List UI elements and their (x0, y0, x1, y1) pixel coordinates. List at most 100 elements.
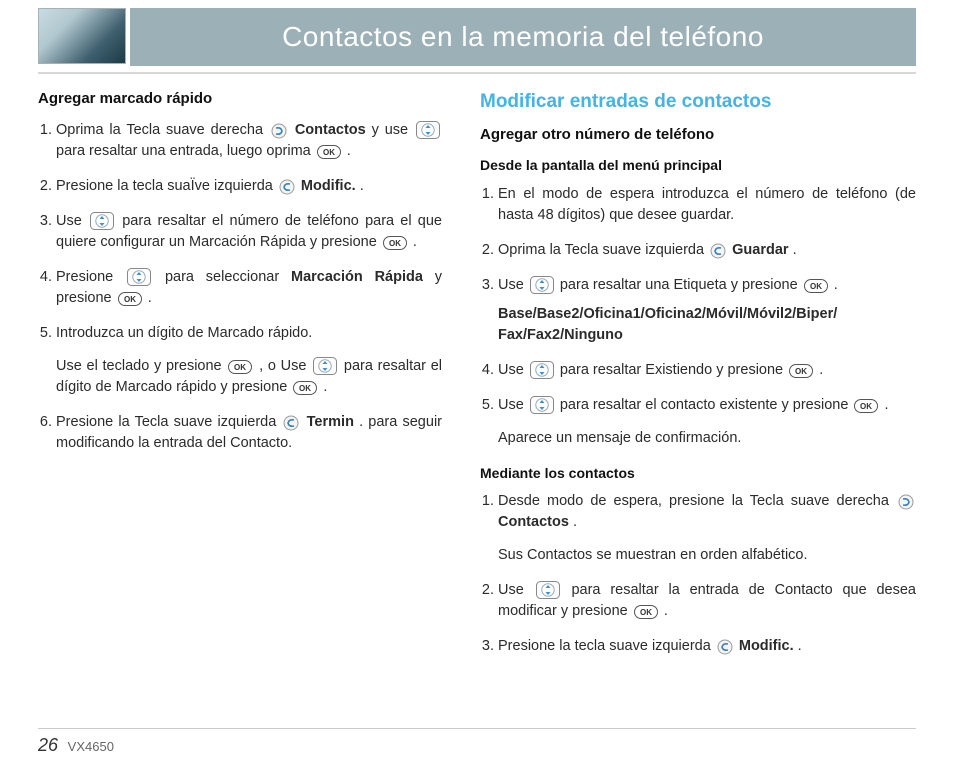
label-options: Base/Base2/Oficina1/Oficina2/Móvil/Móvil… (498, 304, 916, 346)
text: para resaltar una entrada, luego oprima (56, 143, 315, 159)
right-heading-b: Mediante los contactos (480, 463, 916, 483)
nav-key-icon (536, 581, 560, 599)
text: . (884, 397, 888, 413)
softkey-left-icon (717, 639, 733, 655)
text: Use (498, 362, 528, 378)
label: Contactos (498, 514, 569, 530)
right-heading-main: Modificar entradas de contactos (480, 88, 916, 116)
list-item: Use para resaltar el contacto existente … (498, 395, 916, 449)
label: Guardar (732, 242, 788, 258)
left-column: Agregar marcado rápido Oprima la Tecla s… (38, 88, 442, 671)
header-image (38, 8, 126, 64)
list-item: Introduzca un dígito de Marcado rápido. … (56, 323, 442, 398)
softkey-left-icon (279, 179, 295, 195)
text: Use (498, 397, 528, 413)
text: . (793, 242, 797, 258)
nav-key-icon (313, 357, 337, 375)
text: . (834, 277, 838, 293)
list-item: Use para resaltar Existiendo y presione … (498, 360, 916, 381)
sub-text: Aparece un mensaje de confirmación. (498, 428, 916, 449)
list-item: En el modo de espera introduzca el númer… (498, 184, 916, 226)
text: para resaltar Existiendo y presione (560, 362, 787, 378)
text: . (148, 290, 152, 306)
sub-text: Sus Contactos se muestran en orden alfab… (498, 545, 916, 566)
text: . (798, 638, 802, 654)
right-column: Modificar entradas de contactos Agregar … (480, 88, 916, 671)
footer: 26 VX4650 (38, 728, 916, 756)
list-item: Use para resaltar la entrada de Contacto… (498, 580, 916, 622)
ok-key-icon (317, 145, 341, 159)
list-item: Presione para seleccionar Marcación Rápi… (56, 267, 442, 309)
right-list-b: Desde modo de espera, presione la Tecla … (480, 491, 916, 657)
label: Marcación Rápida (291, 269, 423, 285)
text: para resaltar la entrada de Contacto que… (498, 582, 916, 619)
page-number: 26 (38, 735, 58, 755)
ok-key-icon (118, 292, 142, 306)
right-heading-a: Desde la pantalla del menú principal (480, 155, 916, 175)
text: Use (498, 582, 534, 598)
nav-key-icon (530, 276, 554, 294)
text: . (323, 379, 327, 395)
content-columns: Agregar marcado rápido Oprima la Tecla s… (38, 88, 916, 671)
list-item: Desde modo de espera, presione la Tecla … (498, 491, 916, 566)
text: Use (56, 213, 88, 229)
header: Contactos en la memoria del teléfono (38, 8, 916, 66)
label: Modific. (301, 178, 356, 194)
nav-key-icon (416, 121, 440, 139)
text: Desde modo de espera, presione la Tecla … (498, 493, 896, 509)
list-item: Use para resaltar el número de teléfono … (56, 211, 442, 253)
text: y use (372, 122, 414, 138)
text: Presione la tecla suave izquierda (498, 638, 715, 654)
ok-key-icon (789, 364, 813, 378)
text: Use (498, 277, 528, 293)
list-item: Presione la tecla suave izquierda Modifi… (498, 636, 916, 657)
text: . (819, 362, 823, 378)
list-item: Oprima la Tecla suave derecha Contactos … (56, 120, 442, 162)
text: Presione la Tecla suave izquierda (56, 414, 281, 430)
left-list: Oprima la Tecla suave derecha Contactos … (38, 120, 442, 454)
header-rule (38, 72, 916, 74)
text: . (573, 514, 577, 530)
softkey-left-icon (710, 243, 726, 259)
list-item: Use para resaltar una Etiqueta y presion… (498, 275, 916, 296)
right-list-a-cont: Use para resaltar Existiendo y presione … (480, 360, 916, 449)
text: Oprima la Tecla suave derecha (56, 122, 269, 138)
label: Termin (307, 414, 354, 430)
nav-key-icon (127, 268, 151, 286)
text: para resaltar el contacto existente y pr… (560, 397, 853, 413)
right-list-a: En el modo de espera introduzca el númer… (480, 184, 916, 296)
text: Introduzca un dígito de Marcado rápido. (56, 325, 312, 341)
ok-key-icon (383, 236, 407, 250)
text: Use el teclado y presione (56, 358, 226, 374)
ok-key-icon (293, 381, 317, 395)
softkey-left-icon (283, 415, 299, 431)
label: Modific. (739, 638, 794, 654)
nav-key-icon (530, 361, 554, 379)
ok-key-icon (804, 279, 828, 293)
text: . (360, 178, 364, 194)
softkey-right-icon (898, 494, 914, 510)
text: Presione la tecla suaÏve izquierda (56, 178, 277, 194)
sub-text: Use el teclado y presione , o Use para r… (56, 356, 442, 398)
text: , o Use (259, 358, 311, 374)
text: . (347, 143, 351, 159)
page-title: Contactos en la memoria del teléfono (130, 8, 916, 66)
nav-key-icon (530, 396, 554, 414)
text: para resaltar una Etiqueta y presione (560, 277, 802, 293)
label: Contactos (295, 122, 366, 138)
text: . (664, 603, 668, 619)
text: Presione (56, 269, 125, 285)
ok-key-icon (228, 360, 252, 374)
text: para seleccionar (165, 269, 291, 285)
page: Contactos en la memoria del teléfono Agr… (0, 8, 954, 772)
ok-key-icon (634, 605, 658, 619)
softkey-right-icon (271, 123, 287, 139)
right-heading-sub: Agregar otro número de teléfono (480, 124, 916, 146)
list-item: Presione la tecla suaÏve izquierda Modif… (56, 176, 442, 197)
list-item: Presione la Tecla suave izquierda Termin… (56, 412, 442, 454)
list-item: Oprima la Tecla suave izquierda Guardar … (498, 240, 916, 261)
model-number: VX4650 (68, 739, 114, 754)
nav-key-icon (90, 212, 114, 230)
left-heading: Agregar marcado rápido (38, 88, 442, 110)
ok-key-icon (854, 399, 878, 413)
